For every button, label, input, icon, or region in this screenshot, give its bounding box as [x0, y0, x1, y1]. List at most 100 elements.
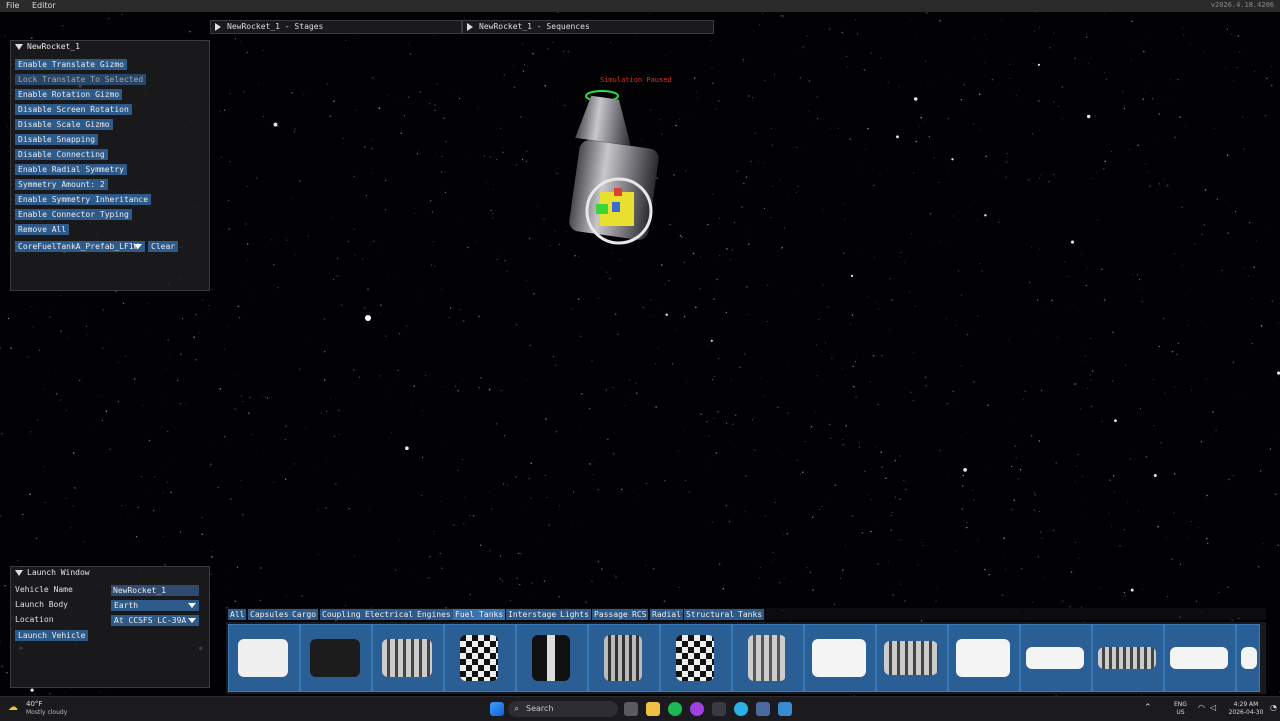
tab-capsules[interactable]: Capsules [248, 609, 291, 620]
browser-icon[interactable] [734, 702, 748, 716]
launch-body-dropdown[interactable]: Earth [111, 600, 199, 611]
temperature: 40°F [26, 700, 43, 708]
launch-vehicle-button[interactable]: Launch Vehicle [15, 630, 89, 641]
tab-fuel-tanks[interactable]: Fuel Tanks [453, 609, 506, 620]
screen-rotation-button[interactable]: Disable Screen Rotation [15, 104, 132, 115]
part-tile[interactable] [1164, 624, 1236, 692]
launch-window-header[interactable]: Launch Window [11, 567, 209, 579]
part-tile[interactable] [444, 624, 516, 692]
clock-date: 2026-04-30 [1228, 709, 1264, 716]
tab-lights[interactable]: Lights [558, 609, 591, 620]
launch-window-title: Launch Window [27, 568, 90, 577]
task-view-icon[interactable] [624, 702, 638, 716]
vehicle-panel-header[interactable]: NewRocket_1 [11, 41, 209, 53]
tray-chevron-icon[interactable]: ⌃ [1144, 703, 1152, 713]
tab-interstage[interactable]: Interstage [506, 609, 559, 620]
vehicle-name-label: Vehicle Name [15, 585, 73, 594]
location-dropdown[interactable]: At CCSFS LC-39A [111, 615, 199, 626]
search-icon: ⌕ [514, 704, 520, 714]
part-tile[interactable] [588, 624, 660, 692]
translate-gizmo-button[interactable]: Enable Translate Gizmo [15, 59, 127, 70]
clear-button[interactable]: Clear [148, 241, 179, 252]
volume-icon[interactable]: ◁ [1210, 703, 1216, 712]
expand-arrow-icon [215, 22, 221, 31]
part-tile[interactable] [1092, 624, 1164, 692]
launch-body-label: Launch Body [15, 600, 68, 609]
part-tile[interactable] [876, 624, 948, 692]
symmetry-amount-button[interactable]: Symmetry Amount: 2 [15, 179, 108, 190]
vehicle-name-input[interactable]: NewRocket_1 [111, 585, 199, 596]
search-label: Search [526, 704, 554, 713]
remove-all-button[interactable]: Remove All [15, 224, 70, 235]
rocket-model[interactable] [560, 84, 670, 254]
stages-window-header[interactable]: NewRocket_1 - Stages [210, 20, 462, 34]
sequences-title: NewRocket_1 - Sequences [479, 22, 590, 31]
part-tile[interactable] [372, 624, 444, 692]
part-tile[interactable] [1020, 624, 1092, 692]
part-tile[interactable] [732, 624, 804, 692]
lock-translate-button[interactable]: Lock Translate To Selected [15, 74, 147, 85]
simulation-status: Simulation Paused [600, 76, 672, 84]
part-tile[interactable] [804, 624, 876, 692]
connector-typing-button[interactable]: Enable Connector Typing [15, 209, 132, 220]
menu-editor[interactable]: Editor [32, 1, 56, 10]
collapse-arrow-icon [15, 43, 23, 50]
language-indicator[interactable]: ENG US [1174, 701, 1187, 717]
tab-engines[interactable]: Engines [415, 609, 453, 620]
chevron-down-icon [188, 603, 196, 608]
part-tile[interactable] [228, 624, 300, 692]
category-tabs: All Capsules Cargo Coupling Electrical E… [226, 608, 1266, 620]
collapse-arrow-icon [15, 569, 23, 576]
tab-passage[interactable]: Passage [592, 609, 630, 620]
tab-radial[interactable]: Radial [650, 609, 683, 620]
file-explorer-icon[interactable] [646, 702, 660, 716]
location-label: Location [15, 615, 54, 624]
parts-palette [226, 622, 1266, 694]
scale-gizmo-button[interactable]: Disable Scale Gizmo [15, 119, 113, 130]
part-tile[interactable] [660, 624, 732, 692]
tab-structural[interactable]: Structural [684, 609, 737, 620]
spotify-icon[interactable] [668, 702, 682, 716]
weather-text: Mostly cloudy [26, 709, 68, 716]
expand-arrow-icon [467, 22, 473, 31]
tab-all[interactable]: All [228, 609, 247, 620]
snapping-button[interactable]: Disable Snapping [15, 134, 99, 145]
tab-rcs[interactable]: RCS [630, 609, 649, 620]
taskbar-search[interactable]: ⌕ Search [508, 701, 618, 717]
symmetry-inheritance-button[interactable]: Enable Symmetry Inheritance [15, 194, 152, 205]
version-label: v2026.4.18.4206 [1210, 1, 1274, 9]
menu-file[interactable]: File [6, 1, 19, 10]
sequences-window-header[interactable]: NewRocket_1 - Sequences [462, 20, 714, 34]
part-tile[interactable] [948, 624, 1020, 692]
part-select-value: CoreFuelTankA_Prefab_LF1W [18, 242, 139, 251]
rotation-gizmo-button[interactable]: Enable Rotation Gizmo [15, 89, 123, 100]
tab-tanks[interactable]: Tanks [736, 609, 765, 620]
menu-bar: File Editor v2026.4.18.4206 [0, 0, 1280, 12]
part-tile[interactable] [300, 624, 372, 692]
vehicle-editor-panel: NewRocket_1 Enable Translate Gizmo Lock … [10, 40, 210, 291]
vscode-icon[interactable] [712, 702, 726, 716]
clock[interactable]: 4:29 AM 2026-04-30 [1226, 701, 1266, 717]
chevron-down-icon [134, 244, 142, 249]
steam-icon[interactable] [756, 702, 770, 716]
part-select-dropdown[interactable]: CoreFuelTankA_Prefab_LF1W [15, 241, 145, 252]
lang-code: ENG [1174, 701, 1187, 708]
clock-time: 4:29 AM [1233, 701, 1259, 708]
connecting-button[interactable]: Disable Connecting [15, 149, 108, 160]
tab-electrical[interactable]: Electrical [363, 609, 416, 620]
taskbar: ☁ 40°F Mostly cloudy ⌕ Search ⌃ ENG US ◠… [0, 696, 1280, 721]
launch-body-value: Earth [114, 601, 139, 610]
radial-symmetry-button[interactable]: Enable Radial Symmetry [15, 164, 127, 175]
part-tile[interactable] [1236, 624, 1260, 692]
stages-title: NewRocket_1 - Stages [227, 22, 324, 31]
notification-icon[interactable]: ◔ [1270, 703, 1277, 712]
game-app-icon[interactable] [778, 702, 792, 716]
part-tile[interactable] [516, 624, 588, 692]
launch-window-panel: Launch Window Vehicle Name NewRocket_1 L… [10, 566, 210, 688]
tab-coupling[interactable]: Coupling [320, 609, 363, 620]
region-code: US [1176, 709, 1185, 716]
app-icon[interactable] [690, 702, 704, 716]
tab-cargo[interactable]: Cargo [290, 609, 319, 620]
wifi-icon[interactable]: ◠ [1198, 703, 1205, 712]
windows-start-icon[interactable] [490, 702, 504, 716]
